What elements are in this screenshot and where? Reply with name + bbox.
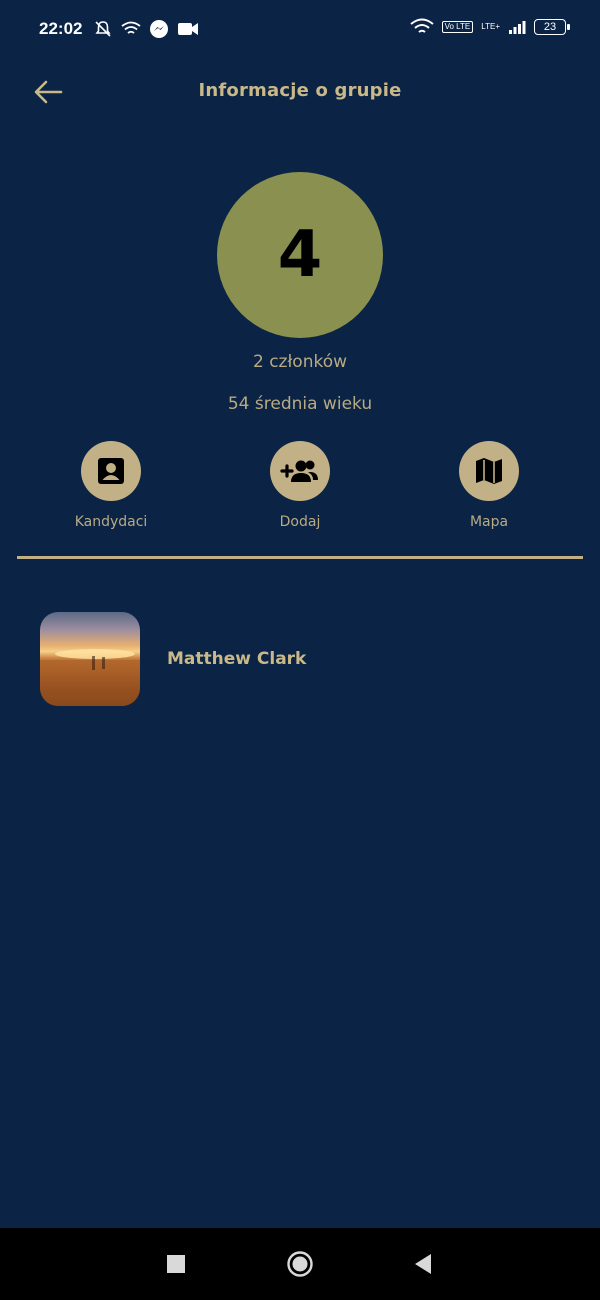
map-button[interactable] <box>459 441 519 501</box>
status-bar: 22:02 Vo LTE LTE+ 23 <box>0 0 600 62</box>
app-header: Informacje o grupie <box>0 62 600 122</box>
video-camera-icon <box>178 23 198 35</box>
messenger-icon <box>150 20 168 38</box>
group-number-circle: 4 <box>217 172 383 338</box>
contact-card-icon <box>98 458 124 484</box>
candidates-label: Kandydaci <box>74 514 148 530</box>
wifi-icon <box>409 18 434 33</box>
member-name: Matthew Clark <box>167 649 307 669</box>
volte-badge: Vo LTE <box>441 21 474 33</box>
action-map[interactable]: Mapa <box>429 441 549 530</box>
average-age: 54 średnia wieku <box>227 394 373 414</box>
recent-apps-icon[interactable] <box>162 1250 190 1278</box>
page-title: Informacje o grupie <box>198 80 402 101</box>
signal-strength-icon <box>509 21 526 34</box>
home-icon[interactable] <box>286 1250 314 1278</box>
muted-bell-icon <box>95 21 111 37</box>
add-button[interactable] <box>270 441 330 501</box>
member-list-item[interactable]: Matthew Clark <box>40 611 560 707</box>
status-time: 22:02 <box>39 19 83 38</box>
map-icon <box>476 458 502 484</box>
status-right-icons: Vo LTE LTE+ 23 <box>409 18 570 36</box>
lte-plus-label: LTE+ <box>481 22 500 31</box>
back-triangle-icon[interactable] <box>410 1250 438 1278</box>
wifi-small-icon <box>121 21 141 34</box>
add-label: Dodaj <box>279 514 321 530</box>
map-label: Mapa <box>469 514 509 530</box>
battery-indicator: 23 <box>534 19 570 35</box>
candidates-button[interactable] <box>81 441 141 501</box>
action-add[interactable]: Dodaj <box>240 441 360 530</box>
members-count: 2 członków <box>252 352 348 372</box>
action-candidates[interactable]: Kandydaci <box>51 441 171 530</box>
section-divider <box>17 556 583 559</box>
add-group-icon <box>280 460 318 482</box>
system-navigation-bar <box>0 1228 600 1300</box>
group-number: 4 <box>277 218 323 292</box>
member-avatar <box>40 612 140 706</box>
status-left-icons <box>93 19 199 39</box>
sunset-field-image <box>40 649 140 706</box>
